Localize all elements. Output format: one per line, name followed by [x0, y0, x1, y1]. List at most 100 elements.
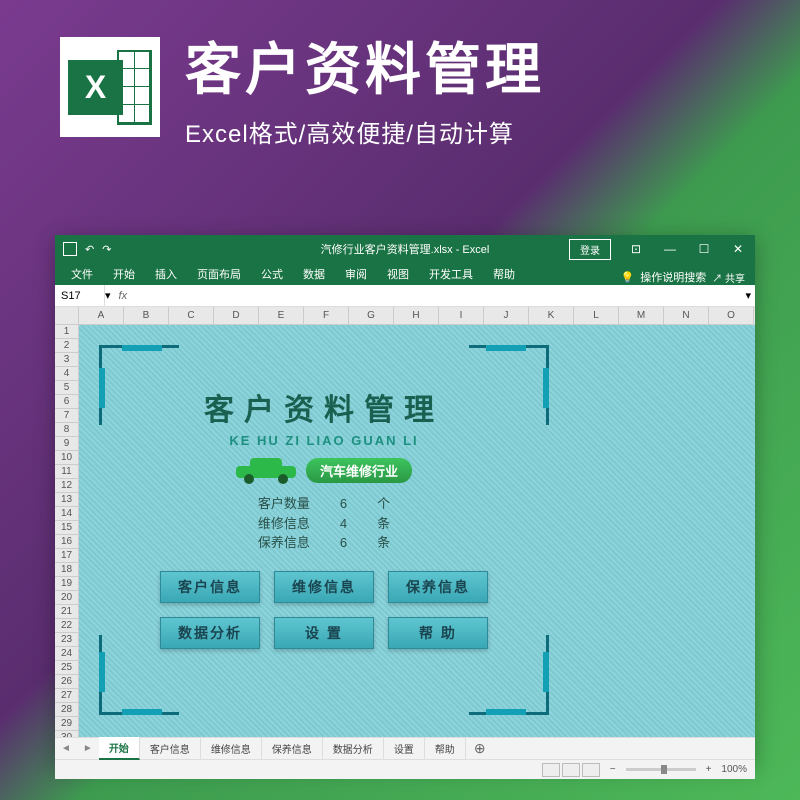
share-button[interactable]: ↗ 共享 — [712, 270, 745, 285]
col-header[interactable]: O — [709, 307, 754, 325]
login-button[interactable]: 登录 — [569, 239, 611, 260]
redo-icon[interactable]: ↷ — [102, 243, 111, 256]
tab-developer[interactable]: 开发工具 — [419, 263, 483, 285]
stat-label: 维修信息 — [258, 514, 310, 534]
sheet-nav-next-icon[interactable]: ► — [77, 743, 99, 754]
excel-window: ↶ ↷ 汽修行业客户资料管理.xlsx - Excel 登录 ⊡ — ☐ ✕ 文… — [55, 235, 755, 765]
tab-insert[interactable]: 插入 — [145, 263, 187, 285]
row-header[interactable]: 5 — [55, 381, 79, 395]
repair-info-button[interactable]: 维修信息 — [274, 571, 374, 603]
row-header[interactable]: 25 — [55, 661, 79, 675]
tab-data[interactable]: 数据 — [293, 263, 335, 285]
col-header[interactable]: D — [214, 307, 259, 325]
row-header[interactable]: 28 — [55, 703, 79, 717]
maintenance-info-button[interactable]: 保养信息 — [388, 571, 488, 603]
zoom-in-button[interactable]: + — [706, 764, 712, 775]
col-header[interactable]: F — [304, 307, 349, 325]
minimize-button[interactable]: — — [653, 235, 687, 263]
col-header[interactable]: J — [484, 307, 529, 325]
row-header[interactable]: 26 — [55, 675, 79, 689]
ribbon-options-icon[interactable]: ⊡ — [619, 235, 653, 263]
row-header[interactable]: 1 — [55, 325, 79, 339]
tab-formula[interactable]: 公式 — [251, 263, 293, 285]
page-break-view-button[interactable] — [582, 763, 600, 777]
row-header[interactable]: 24 — [55, 647, 79, 661]
row-header[interactable]: 3 — [55, 353, 79, 367]
row-header[interactable]: 7 — [55, 409, 79, 423]
row-header[interactable]: 23 — [55, 633, 79, 647]
row-header[interactable]: 19 — [55, 577, 79, 591]
select-all-corner[interactable] — [55, 307, 79, 325]
name-box[interactable]: S17 — [55, 285, 105, 306]
row-header[interactable]: 11 — [55, 465, 79, 479]
dashboard-pinyin: KE HU ZI LIAO GUAN LI — [129, 433, 519, 448]
row-header[interactable]: 30 — [55, 731, 79, 737]
formula-input[interactable] — [135, 285, 741, 306]
customer-info-button[interactable]: 客户信息 — [160, 571, 260, 603]
sheet-tab-settings[interactable]: 设置 — [384, 738, 425, 759]
sheet-tab-customer[interactable]: 客户信息 — [140, 738, 201, 759]
tab-file[interactable]: 文件 — [61, 263, 103, 285]
tab-review[interactable]: 审阅 — [335, 263, 377, 285]
sheet-tab-repair[interactable]: 维修信息 — [201, 738, 262, 759]
row-header[interactable]: 2 — [55, 339, 79, 353]
fx-icon[interactable]: fx — [111, 290, 136, 302]
zoom-slider[interactable] — [626, 768, 696, 771]
row-header[interactable]: 6 — [55, 395, 79, 409]
row-header[interactable]: 9 — [55, 437, 79, 451]
zoom-level[interactable]: 100% — [721, 764, 747, 775]
row-header[interactable]: 12 — [55, 479, 79, 493]
add-sheet-button[interactable]: ⊕ — [466, 740, 494, 757]
row-header[interactable]: 8 — [55, 423, 79, 437]
row-header[interactable]: 14 — [55, 507, 79, 521]
row-header[interactable]: 15 — [55, 521, 79, 535]
row-header[interactable]: 18 — [55, 563, 79, 577]
formula-expand-icon[interactable]: ▾ — [741, 289, 755, 302]
col-header[interactable]: I — [439, 307, 484, 325]
sheet-nav-prev-icon[interactable]: ◄ — [55, 743, 77, 754]
frame-corner-icon — [99, 345, 179, 425]
sheet-tab-maintenance[interactable]: 保养信息 — [262, 738, 323, 759]
col-header[interactable]: H — [394, 307, 439, 325]
settings-button[interactable]: 设 置 — [274, 617, 374, 649]
row-header[interactable]: 17 — [55, 549, 79, 563]
ribbon: 文件 开始 插入 页面布局 公式 数据 审阅 视图 开发工具 帮助 💡 操作说明… — [55, 263, 755, 285]
tell-me-input[interactable]: 操作说明搜索 — [640, 269, 706, 285]
col-header[interactable]: C — [169, 307, 214, 325]
row-header[interactable]: 4 — [55, 367, 79, 381]
col-header[interactable]: A — [79, 307, 124, 325]
row-header[interactable]: 27 — [55, 689, 79, 703]
page-layout-view-button[interactable] — [562, 763, 580, 777]
maximize-button[interactable]: ☐ — [687, 235, 721, 263]
row-header[interactable]: 13 — [55, 493, 79, 507]
tab-home[interactable]: 开始 — [103, 263, 145, 285]
col-header[interactable]: E — [259, 307, 304, 325]
tab-layout[interactable]: 页面布局 — [187, 263, 251, 285]
col-header[interactable]: M — [619, 307, 664, 325]
row-header[interactable]: 21 — [55, 605, 79, 619]
row-header[interactable]: 16 — [55, 535, 79, 549]
row-header[interactable]: 29 — [55, 717, 79, 731]
row-header[interactable]: 22 — [55, 619, 79, 633]
col-header[interactable]: N — [664, 307, 709, 325]
zoom-out-button[interactable]: − — [610, 764, 616, 775]
sheet-tab-help[interactable]: 帮助 — [425, 738, 466, 759]
close-button[interactable]: ✕ — [721, 235, 755, 263]
normal-view-button[interactable] — [542, 763, 560, 777]
sheet-tab-start[interactable]: 开始 — [99, 737, 140, 760]
stat-value: 4 — [340, 514, 347, 534]
sheet-tab-analysis[interactable]: 数据分析 — [323, 738, 384, 759]
spreadsheet-grid[interactable]: A B C D E F G H I J K L M N O 1234567891… — [55, 307, 755, 737]
row-header[interactable]: 20 — [55, 591, 79, 605]
row-header[interactable]: 10 — [55, 451, 79, 465]
tab-view[interactable]: 视图 — [377, 263, 419, 285]
undo-icon[interactable]: ↶ — [85, 243, 94, 256]
excel-file-icon: X — [60, 37, 160, 137]
col-header[interactable]: B — [124, 307, 169, 325]
col-header[interactable]: K — [529, 307, 574, 325]
save-icon[interactable] — [63, 242, 77, 256]
col-header[interactable]: L — [574, 307, 619, 325]
tab-help[interactable]: 帮助 — [483, 263, 525, 285]
col-header[interactable]: G — [349, 307, 394, 325]
stat-label: 保养信息 — [258, 533, 310, 553]
